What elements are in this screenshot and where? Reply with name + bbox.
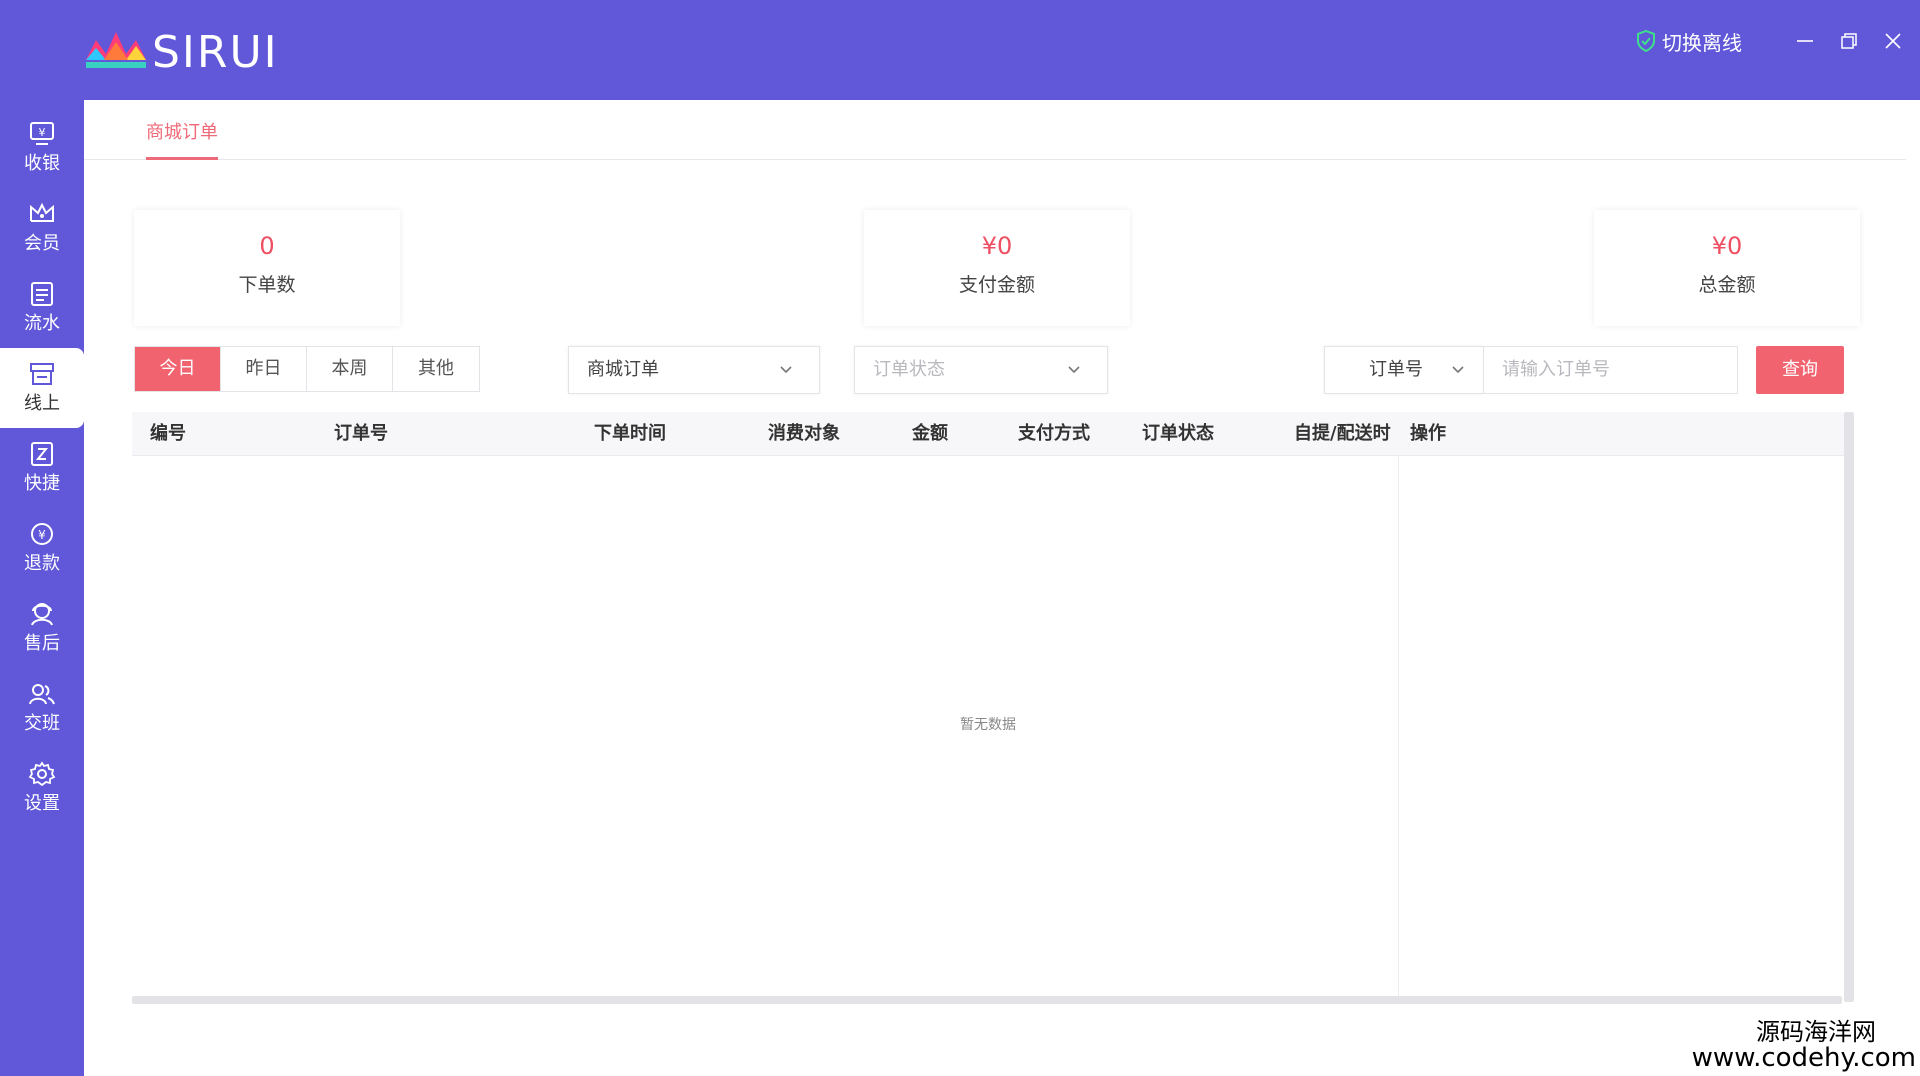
refund-icon: ¥ [31,523,53,545]
order-type-value: 商城订单 [587,359,659,380]
tab-mall-orders[interactable]: 商城订单 [146,100,218,160]
column-header-customer: 消费对象 [768,423,840,444]
order-number-input[interactable]: 请输入订单号 [1484,346,1738,394]
sidebar-item-ledger[interactable]: 流水 [0,268,84,348]
column-header-order-no: 订单号 [334,423,388,444]
search-field-select[interactable]: 订单号 [1324,346,1484,394]
svg-text:¥: ¥ [38,528,46,542]
order-status-select[interactable]: 订单状态 [854,346,1108,394]
sidebar-item-refund[interactable]: ¥ 退款 [0,508,84,588]
sidebar-item-label: 流水 [24,313,60,334]
sidebar-item-handover[interactable]: 交班 [0,668,84,748]
sidebar-item-online[interactable]: 线上 [0,348,84,428]
search-field-value: 订单号 [1369,359,1423,380]
sidebar: ¥ 收银 会员 流水 线上 快捷 ¥ 退款 售后 交班 设置 [0,100,84,1076]
column-header-payment-method: 支付方式 [1018,423,1090,444]
column-header-order-time: 下单时间 [594,423,666,444]
restore-button[interactable] [1836,28,1862,54]
handover-icon [29,684,55,705]
column-header-actions: 操作 [1410,423,1446,444]
sidebar-item-label: 收银 [24,153,60,174]
watermark-line-2: www.codehy.com [1691,1042,1916,1073]
sidebar-item-aftersale[interactable]: 售后 [0,588,84,668]
ledger-icon [31,282,53,306]
empty-state-text: 暂无数据 [960,717,1016,733]
period-yesterday-button[interactable]: 昨日 [221,347,307,391]
period-other-button[interactable]: 其他 [393,347,479,391]
switch-offline-button[interactable]: 切换离线 [1636,26,1742,56]
order-status-placeholder: 订单状态 [873,359,945,380]
main-content: 商城订单 0 下单数 ¥0 支付金额 ¥0 总金额 今日 昨日 本周 其他 商城… [84,100,1920,1076]
stat-value: ¥0 [1711,232,1743,260]
gear-icon [28,761,56,787]
sidebar-item-label: 线上 [24,393,60,414]
stat-card-paid-amount: ¥0 支付金额 [864,210,1130,326]
sidebar-item-label: 售后 [24,633,60,654]
stat-card-order-count: 0 下单数 [134,210,400,326]
restore-icon [1841,33,1857,49]
sidebar-item-label: 快捷 [24,473,60,494]
stat-value: 0 [259,232,275,260]
vertical-scrollbar[interactable] [1844,412,1854,1002]
cashier-icon: ¥ [30,122,54,145]
sidebar-item-label: 交班 [24,713,60,734]
table-header: 编号 订单号 下单时间 消费对象 金额 支付方式 订单状态 自提/配送时 操作 [132,412,1844,456]
period-selector: 今日 昨日 本周 其他 [134,346,480,392]
order-number-placeholder: 请输入订单号 [1502,359,1610,380]
chevron-down-icon [1452,366,1464,374]
minimize-icon [1797,40,1813,42]
period-today-button[interactable]: 今日 [135,347,221,391]
svg-text:¥: ¥ [39,126,46,139]
column-header-order-status: 订单状态 [1142,423,1214,444]
support-icon [31,603,53,626]
sidebar-item-member[interactable]: 会员 [0,188,84,268]
query-button[interactable]: 查询 [1756,346,1844,394]
stat-card-total-amount: ¥0 总金额 [1594,210,1860,326]
stat-label: 支付金额 [958,274,1035,296]
stat-label: 总金额 [1698,274,1756,296]
crown-icon [30,202,54,222]
sidebar-item-settings[interactable]: 设置 [0,748,84,828]
close-button[interactable] [1880,28,1906,54]
sidebar-item-label: 退款 [24,553,60,574]
title-bar: SIRUI 切换离线 [0,0,1920,100]
column-header-id: 编号 [150,423,186,444]
tab-bar: 商城订单 [84,100,1906,160]
switch-offline-label: 切换离线 [1662,30,1742,55]
chevron-down-icon [1068,366,1080,374]
sidebar-item-label: 会员 [24,233,60,254]
horizontal-scrollbar[interactable] [132,996,1842,1004]
order-type-select[interactable]: 商城订单 [568,346,820,394]
close-icon [1885,33,1901,49]
crown-logo-icon [86,32,146,68]
stat-label: 下单数 [238,274,296,296]
sidebar-item-cashier[interactable]: ¥ 收银 [0,108,84,188]
column-header-pickup-delivery-time: 自提/配送时 [1294,423,1391,444]
column-header-amount: 金额 [912,423,948,444]
app-logo: SIRUI [82,26,279,78]
chevron-down-icon [780,366,792,374]
period-this-week-button[interactable]: 本周 [307,347,393,391]
logo-text: SIRUI [152,26,279,78]
shield-check-icon [1637,30,1655,52]
watermark: 源码海洋网 www.codehy.com [1691,1017,1916,1073]
quick-icon [31,442,53,466]
store-icon [30,363,54,385]
sidebar-item-label: 设置 [24,793,60,814]
watermark-line-1: 源码海洋网 [1756,1017,1876,1046]
minimize-button[interactable] [1792,28,1818,54]
sidebar-item-quick[interactable]: 快捷 [0,428,84,508]
orders-table: 编号 订单号 下单时间 消费对象 金额 支付方式 订单状态 自提/配送时 操作 … [132,412,1856,1004]
stat-value: ¥0 [981,232,1013,260]
